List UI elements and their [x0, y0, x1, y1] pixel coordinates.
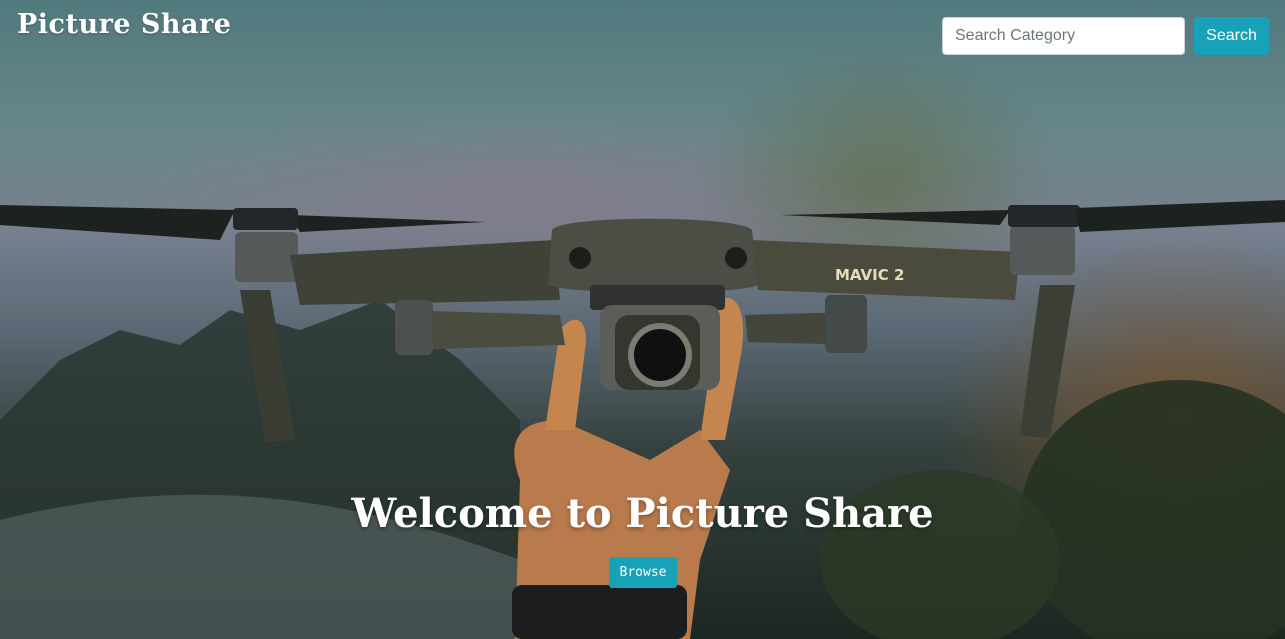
- search-category-input[interactable]: [942, 17, 1185, 55]
- welcome-heading: Welcome to Picture Share: [351, 490, 934, 537]
- browse-button[interactable]: Browse: [609, 557, 677, 588]
- drone-model-text: MAVIC 2: [835, 266, 904, 284]
- brand-logo-link[interactable]: Picture Share: [17, 9, 231, 40]
- navbar: Picture Share Search: [0, 0, 1285, 70]
- drone-illustration: MAVIC 2: [0, 200, 1285, 639]
- search-button[interactable]: Search: [1194, 17, 1269, 55]
- hero-background-image: MAVIC 2 Picture Share Search Welcome to …: [0, 0, 1285, 639]
